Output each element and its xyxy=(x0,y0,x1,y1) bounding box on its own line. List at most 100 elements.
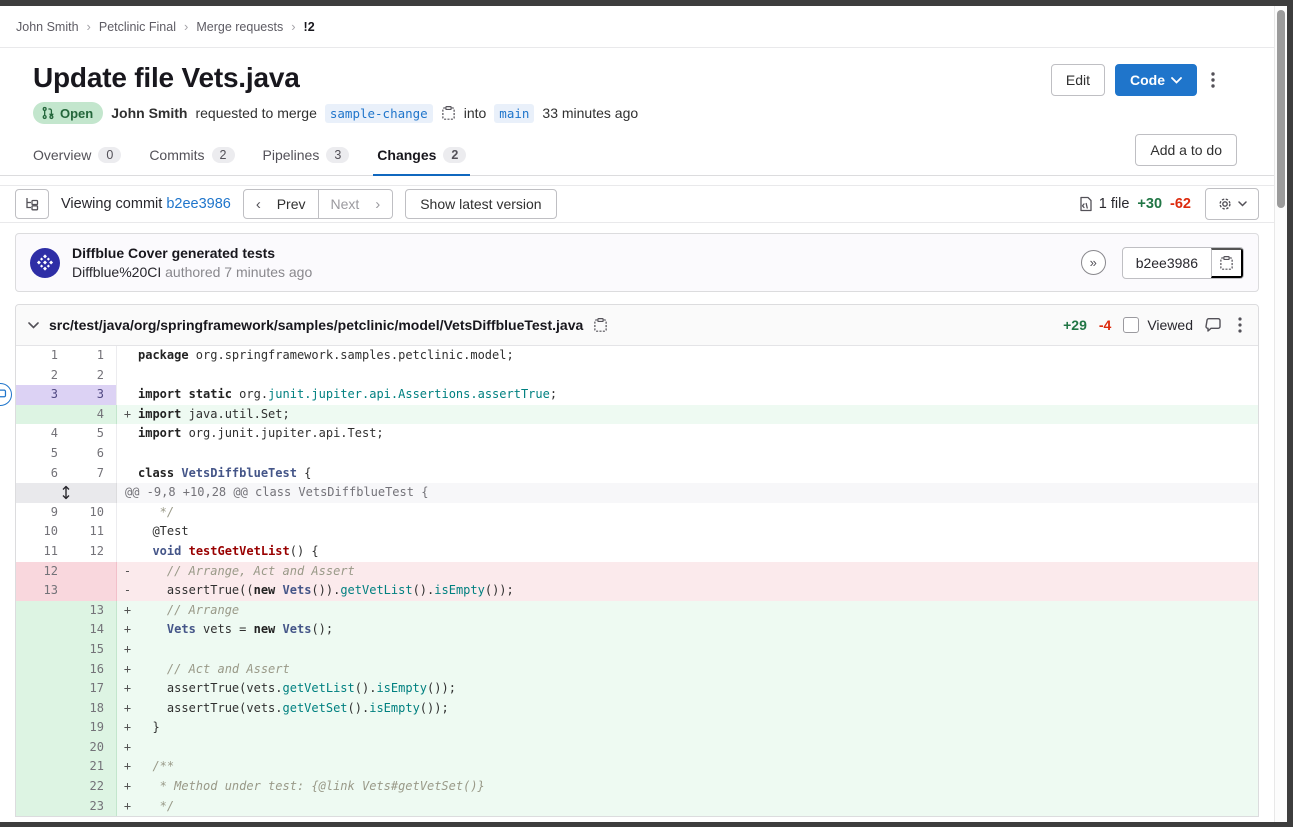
file-icon xyxy=(1079,196,1093,212)
mr-author[interactable]: John Smith xyxy=(111,105,187,121)
code-button[interactable]: Code xyxy=(1115,64,1197,96)
old-line-number[interactable] xyxy=(16,601,70,621)
file-comment-button[interactable] xyxy=(1205,317,1222,333)
new-line-number[interactable] xyxy=(70,581,116,601)
new-line-number[interactable]: 4 xyxy=(70,405,116,425)
old-line-number[interactable] xyxy=(16,405,70,425)
prev-commit-button[interactable]: ‹ Prev xyxy=(243,189,319,219)
old-line-number[interactable]: 10 xyxy=(16,522,70,542)
plain: () { xyxy=(290,544,319,558)
old-line-number[interactable]: 9 xyxy=(16,503,70,523)
new-line-number[interactable]: 18 xyxy=(70,699,116,719)
new-line-number[interactable]: 2 xyxy=(70,366,116,386)
tab-changes[interactable]: Changes2 xyxy=(377,147,466,175)
chevron-down-icon xyxy=(1171,77,1182,84)
tab-pipelines[interactable]: Pipelines3 xyxy=(263,147,350,175)
old-line-number[interactable] xyxy=(16,679,70,699)
new-line-number[interactable]: 13 xyxy=(70,601,116,621)
viewing-commit-sha-link[interactable]: b2ee3986 xyxy=(166,196,231,212)
copy-commit-sha-button[interactable] xyxy=(1211,248,1243,278)
breadcrumb-item[interactable]: Petclinic Final xyxy=(99,20,176,34)
next-commit-button[interactable]: Next › xyxy=(319,189,394,219)
old-line-number[interactable] xyxy=(16,757,70,777)
old-line-number[interactable]: 11 xyxy=(16,542,70,562)
avatar[interactable] xyxy=(30,248,60,278)
commit-author[interactable]: Diffblue%20CI xyxy=(72,264,161,280)
expand-commit-details-button[interactable]: » xyxy=(1081,250,1106,275)
vertical-scrollbar[interactable] xyxy=(1274,6,1287,822)
new-line-number[interactable]: 15 xyxy=(70,640,116,660)
old-line-number[interactable] xyxy=(16,777,70,797)
old-line-number[interactable] xyxy=(16,640,70,660)
diff-line-added: 23+ */ xyxy=(16,797,1258,817)
old-line-number[interactable]: 6 xyxy=(16,464,70,484)
comment: // Arrange, Act and Assert xyxy=(167,564,355,578)
tab-overview[interactable]: Overview0 xyxy=(33,147,121,175)
target-branch[interactable]: main xyxy=(494,104,534,123)
old-line-number[interactable] xyxy=(16,718,70,738)
file-path[interactable]: src/test/java/org/springframework/sample… xyxy=(49,317,583,333)
diff-line-context: 1011 @Test xyxy=(16,522,1258,542)
chevron-down-icon xyxy=(1238,201,1247,207)
old-line-number[interactable] xyxy=(16,738,70,758)
old-line-number[interactable]: 12 xyxy=(16,562,70,582)
expand-up-down-icon xyxy=(61,485,71,500)
new-line-number[interactable]: 16 xyxy=(70,660,116,680)
new-line-number[interactable]: 22 xyxy=(70,777,116,797)
copy-branch-button[interactable] xyxy=(441,105,456,121)
new-line-number[interactable]: 1 xyxy=(70,346,116,366)
old-line-number[interactable]: 1 xyxy=(16,346,70,366)
new-line-number[interactable]: 20 xyxy=(70,738,116,758)
plain xyxy=(138,564,167,578)
new-line-number[interactable] xyxy=(70,562,116,582)
edit-button[interactable]: Edit xyxy=(1051,64,1105,96)
code-cell: */ xyxy=(116,503,1258,523)
diff-settings-button[interactable] xyxy=(1205,188,1259,220)
line-comment-indicator[interactable] xyxy=(0,383,12,406)
new-line-number[interactable]: 3 xyxy=(70,385,116,405)
new-line-number[interactable]: 5 xyxy=(70,424,116,444)
old-line-number[interactable]: 2 xyxy=(16,366,70,386)
breadcrumb-item[interactable]: John Smith xyxy=(16,20,79,34)
new-line-number[interactable]: 21 xyxy=(70,757,116,777)
commit-title[interactable]: Diffblue Cover generated tests xyxy=(72,245,312,261)
old-line-number[interactable] xyxy=(16,699,70,719)
breadcrumb-item[interactable]: !2 xyxy=(304,20,315,34)
file-tree-toggle-button[interactable] xyxy=(15,189,49,219)
diff-toolbar: Viewing commit b2ee3986 ‹ Prev Next › Sh… xyxy=(0,185,1274,223)
copy-file-path-button[interactable] xyxy=(593,317,608,333)
old-line-number[interactable]: 5 xyxy=(16,444,70,464)
old-line-number[interactable]: 4 xyxy=(16,424,70,444)
new-line-number[interactable]: 11 xyxy=(70,522,116,542)
new-line-number[interactable]: 23 xyxy=(70,797,116,817)
file-diff-header: src/test/java/org/springframework/sample… xyxy=(16,305,1258,346)
breadcrumb-item[interactable]: Merge requests xyxy=(196,20,283,34)
code-cell: + * Method under test: {@link Vets#getVe… xyxy=(116,777,1258,797)
old-line-number[interactable] xyxy=(16,797,70,817)
code-text: assertTrue((new Vets()).getVetList().isE… xyxy=(138,581,1258,601)
show-latest-version-button[interactable]: Show latest version xyxy=(405,189,556,219)
file-options-button[interactable] xyxy=(1234,317,1246,333)
new-line-number[interactable]: 7 xyxy=(70,464,116,484)
new-line-number[interactable]: 12 xyxy=(70,542,116,562)
code-cell: + */ xyxy=(116,797,1258,817)
source-branch[interactable]: sample-change xyxy=(325,104,433,123)
tab-commits[interactable]: Commits2 xyxy=(149,147,234,175)
new-line-number[interactable]: 17 xyxy=(70,679,116,699)
new-line-number[interactable]: 10 xyxy=(70,503,116,523)
expand-lines-button[interactable] xyxy=(16,483,116,503)
old-line-number[interactable]: 13 xyxy=(16,581,70,601)
chevron-down-icon[interactable] xyxy=(28,322,39,329)
viewed-checkbox[interactable] xyxy=(1123,317,1139,333)
new-line-number[interactable]: 6 xyxy=(70,444,116,464)
add-todo-button[interactable]: Add a to do xyxy=(1135,134,1237,166)
more-actions-button[interactable] xyxy=(1207,72,1219,88)
plain: @Test xyxy=(138,524,189,538)
new-line-number[interactable]: 14 xyxy=(70,620,116,640)
new-line-number[interactable]: 19 xyxy=(70,718,116,738)
old-line-number[interactable] xyxy=(16,660,70,680)
old-line-number[interactable] xyxy=(16,620,70,640)
old-line-number[interactable]: 3 xyxy=(16,385,70,405)
scrollbar-thumb[interactable] xyxy=(1277,10,1285,208)
viewing-commit-label: Viewing commit xyxy=(61,196,162,212)
